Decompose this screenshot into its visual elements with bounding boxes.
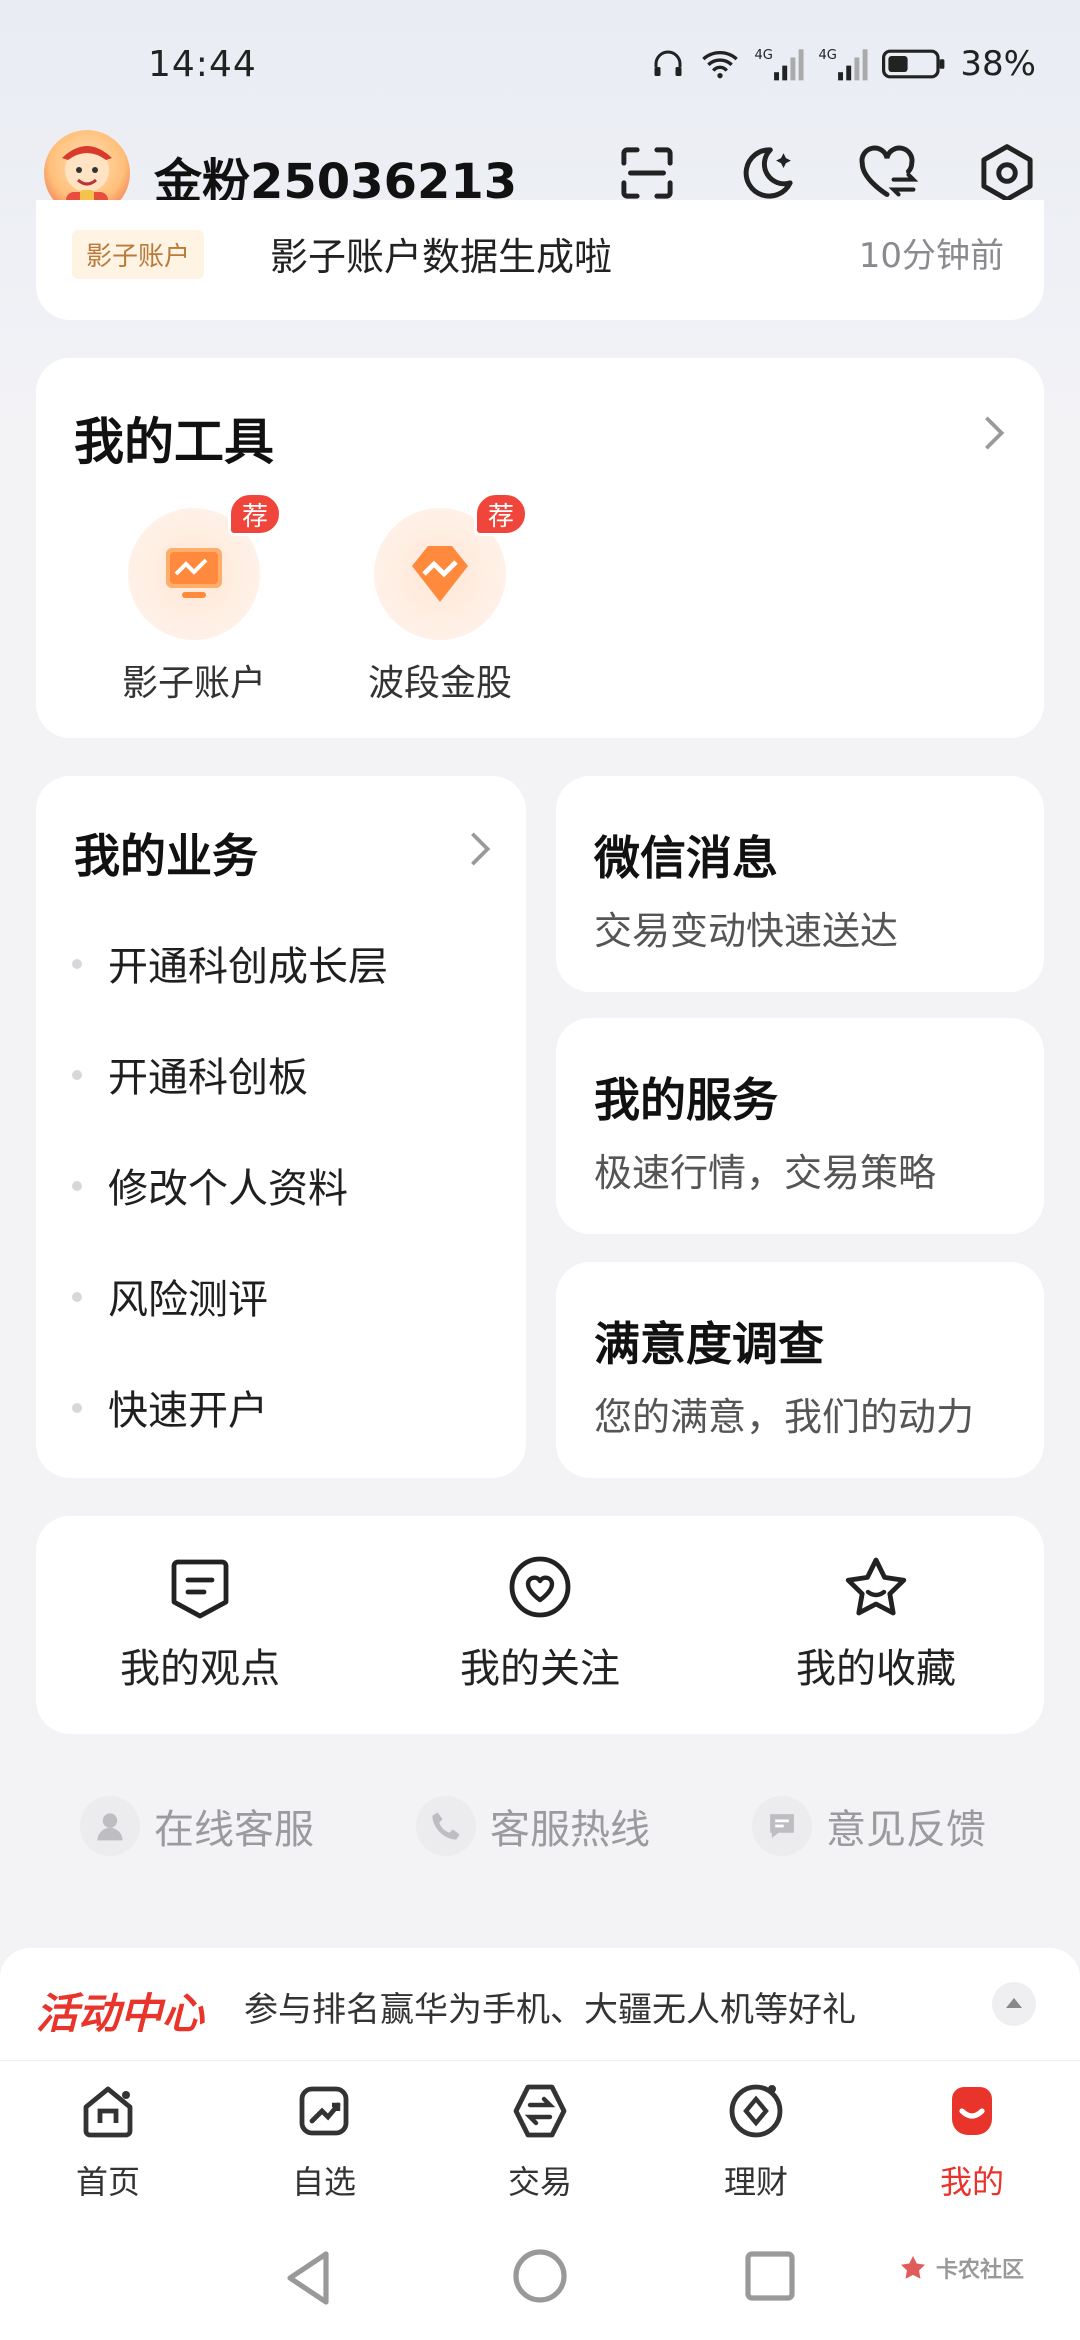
tab-label: 首页 xyxy=(75,2163,140,2201)
quick-action-label: 我的关注 xyxy=(460,1646,620,1692)
recommend-badge: 荐 xyxy=(228,492,282,536)
status-bar: 14:44 4G 4G 38% xyxy=(0,0,1080,130)
feedback-icon xyxy=(752,1796,812,1856)
monitor-chart-icon xyxy=(166,548,222,598)
support-feedback[interactable]: 意见反馈 xyxy=(752,1796,986,1856)
tab-label: 理财 xyxy=(723,2163,788,2201)
status-icons: 4G 4G 38% xyxy=(650,44,1036,84)
agent-icon xyxy=(80,1796,140,1856)
card-title: 微信消息 xyxy=(594,831,778,885)
my-service-card[interactable]: 我的服务 极速行情，交易策略 xyxy=(556,1018,1044,1234)
quick-actions-card: 我的观点 我的关注 我的收藏 xyxy=(36,1516,1044,1734)
tab-label: 自选 xyxy=(291,2163,356,2201)
tool-band-stocks[interactable]: 荐 波段金股 xyxy=(350,492,530,706)
quick-action-label: 我的观点 xyxy=(120,1646,280,1692)
watchlist-icon xyxy=(299,2086,349,2136)
quick-action-favorites[interactable]: 我的收藏 xyxy=(756,1554,996,1694)
bullet xyxy=(72,1070,82,1080)
support-label: 客服热线 xyxy=(490,1807,650,1853)
business-item[interactable]: 开通科创成长层 xyxy=(108,934,388,992)
trade-icon xyxy=(513,2084,567,2138)
moon-icon[interactable] xyxy=(734,140,800,206)
notice-text: 影子账户数据生成啦 xyxy=(270,235,613,279)
heart-circle-icon xyxy=(509,1556,571,1618)
business-item[interactable]: 风险测评 xyxy=(108,1267,268,1325)
tools-card: 我的工具 荐 影子账户 荐 波段金股 xyxy=(36,358,1044,738)
tool-label: 影子账户 xyxy=(121,663,266,704)
card-subtitle: 交易变动快速送达 xyxy=(594,909,899,953)
tab-profile[interactable]: 我的 xyxy=(892,2079,1052,2203)
diamond-wave-icon xyxy=(412,546,468,602)
quick-action-label: 我的收藏 xyxy=(796,1646,956,1692)
business-card: 我的业务 开通科创成长层 开通科创板 修改个人资料 风险测评 快速开户 xyxy=(36,776,526,1478)
profile-icon xyxy=(952,2087,992,2135)
activity-banner[interactable]: 活动中心 参与排名赢华为手机、大疆无人机等好礼 xyxy=(0,1948,1080,2060)
tool-icon-wrap: 荐 xyxy=(374,492,528,640)
watermark-logo-icon xyxy=(900,2256,925,2279)
support-label: 在线客服 xyxy=(154,1807,314,1853)
business-item[interactable]: 修改个人资料 xyxy=(108,1156,348,1214)
notice-tag: 影子账户 xyxy=(72,230,205,279)
bullet xyxy=(72,1292,82,1302)
tab-wealth[interactable]: 理财 xyxy=(676,2079,836,2203)
tab-label: 我的 xyxy=(939,2163,1004,2201)
quick-action-opinions[interactable]: 我的观点 xyxy=(80,1554,320,1694)
card-title: 满意度调查 xyxy=(594,1317,824,1371)
tab-watchlist[interactable]: 自选 xyxy=(244,2079,404,2203)
card-subtitle: 极速行情，交易策略 xyxy=(594,1151,937,1195)
bullet xyxy=(72,1403,82,1413)
svg-text:4G: 4G xyxy=(755,48,773,63)
activity-brand: 活动中心 xyxy=(36,1989,205,2038)
home-circle-icon[interactable] xyxy=(512,2248,568,2304)
tab-trade[interactable]: 交易 xyxy=(460,2079,620,2203)
heart-swap-icon[interactable] xyxy=(854,140,920,206)
tools-title: 我的工具 xyxy=(74,413,274,471)
watermark-text: 卡农社区 xyxy=(935,2258,1024,2283)
wifi-icon xyxy=(702,51,739,79)
chevron-right-icon[interactable] xyxy=(466,830,494,868)
card-subtitle: 您的满意，我们的动力 xyxy=(594,1395,975,1439)
support-hotline[interactable]: 客服热线 xyxy=(416,1796,650,1856)
watermark: 卡农社区 xyxy=(898,2252,1024,2284)
tab-home[interactable]: 首页 xyxy=(28,2079,188,2203)
wealth-icon xyxy=(729,2084,783,2138)
back-icon[interactable] xyxy=(282,2248,334,2308)
home-icon xyxy=(83,2086,133,2138)
svg-text:4G: 4G xyxy=(819,48,837,63)
bullet xyxy=(72,959,82,969)
activity-text: 参与排名赢华为手机、大疆无人机等好礼 xyxy=(244,1990,856,2030)
support-online-service[interactable]: 在线客服 xyxy=(80,1796,314,1856)
recents-icon[interactable] xyxy=(744,2250,796,2302)
business-item[interactable]: 开通科创板 xyxy=(108,1045,308,1103)
card-title: 我的服务 xyxy=(594,1073,778,1127)
tool-icon-wrap: 荐 xyxy=(128,492,282,640)
scan-icon[interactable] xyxy=(614,140,680,206)
business-title: 我的业务 xyxy=(74,829,258,883)
settings-icon[interactable] xyxy=(974,140,1040,206)
expand-up-icon[interactable] xyxy=(992,1982,1036,2026)
business-item[interactable]: 快速开户 xyxy=(108,1378,268,1436)
bullet xyxy=(72,1181,82,1191)
battery-icon xyxy=(882,49,945,79)
recommend-badge: 荐 xyxy=(474,492,528,536)
notice-card[interactable]: 影子账户 影子账户数据生成啦 10分钟前 xyxy=(36,200,1044,320)
quick-action-follows[interactable]: 我的关注 xyxy=(420,1554,660,1694)
comment-icon xyxy=(171,1559,229,1619)
wechat-message-card[interactable]: 微信消息 交易变动快速送达 xyxy=(556,776,1044,992)
battery-percentage: 38% xyxy=(960,44,1036,84)
signal-icon: 4G xyxy=(755,48,804,81)
tab-label: 交易 xyxy=(507,2163,572,2201)
chevron-right-icon[interactable] xyxy=(980,414,1008,452)
star-icon xyxy=(845,1557,907,1616)
status-time: 14:44 xyxy=(148,44,257,85)
tool-label: 波段金股 xyxy=(367,663,512,704)
support-label: 意见反馈 xyxy=(826,1807,986,1853)
bottom-tab-bar: 首页 自选 交易 理财 我的 xyxy=(0,2060,1080,2220)
signal-icon-2: 4G xyxy=(819,48,868,81)
survey-card[interactable]: 满意度调查 您的满意，我们的动力 xyxy=(556,1262,1044,1478)
headphones-icon xyxy=(654,50,682,76)
notice-time: 10分钟前 xyxy=(858,236,1004,276)
phone-icon xyxy=(416,1796,476,1856)
tool-shadow-account[interactable]: 荐 影子账户 xyxy=(104,492,284,706)
